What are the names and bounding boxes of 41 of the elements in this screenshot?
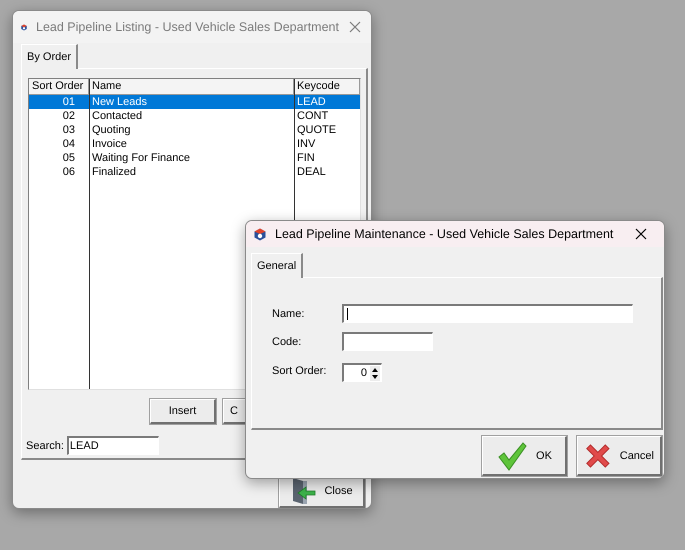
table-cell[interactable]: Finalized xyxy=(89,165,294,179)
app-icon xyxy=(254,228,266,240)
cancel-button[interactable]: Cancel xyxy=(577,436,662,476)
table-cell[interactable]: Invoice xyxy=(89,137,294,151)
field-label: Code: xyxy=(272,336,302,348)
search-field[interactable]: LEAD xyxy=(66,436,159,455)
table-cell[interactable]: INV xyxy=(294,137,360,151)
spin-arrows-icon[interactable] xyxy=(370,366,380,380)
table-cell[interactable]: 05 xyxy=(29,151,89,165)
table-cell[interactable]: Contacted xyxy=(89,109,294,123)
table-cell[interactable]: 03 xyxy=(29,123,89,137)
door-exit-icon xyxy=(290,477,316,505)
tab[interactable]: General xyxy=(251,253,304,278)
column-header[interactable]: Sort Order xyxy=(29,79,89,95)
input-field[interactable] xyxy=(342,304,633,323)
table-cell[interactable]: DEAL xyxy=(294,165,360,179)
insert-button[interactable]: Insert xyxy=(150,399,216,424)
table-cell[interactable]: LEAD xyxy=(294,95,360,109)
check-icon xyxy=(496,440,528,472)
column-header[interactable]: Keycode xyxy=(294,79,360,95)
ok-button[interactable]: OK xyxy=(482,436,567,476)
window-title: Lead Pipeline Maintenance - Used Vehicle Sales Department xyxy=(275,227,614,241)
table-cell[interactable]: Waiting For Finance xyxy=(89,151,294,165)
search-label: Search: xyxy=(26,440,64,452)
spin-box[interactable]: 0 xyxy=(342,363,382,382)
window-title: Lead Pipeline Listing - Used Vehicle Sales Department xyxy=(36,20,339,34)
field-label: Name: xyxy=(272,308,306,320)
table-cell[interactable]: Quoting xyxy=(89,123,294,137)
table-cell[interactable]: 06 xyxy=(29,165,89,179)
table-cell[interactable]: 01 xyxy=(29,95,89,109)
button[interactable]: C xyxy=(223,399,247,424)
column-header[interactable]: Name xyxy=(89,79,294,95)
table-cell[interactable]: FIN xyxy=(294,151,360,165)
field-label: Sort Order: xyxy=(272,365,328,377)
input-field[interactable] xyxy=(342,332,433,351)
tab[interactable]: By Order xyxy=(21,44,78,69)
table-cell[interactable]: QUOTE xyxy=(294,123,360,137)
table-cell[interactable]: 02 xyxy=(29,109,89,123)
table-cell[interactable]: 04 xyxy=(29,137,89,151)
table-cell[interactable]: CONT xyxy=(294,109,360,123)
table-cell[interactable]: New Leads xyxy=(89,95,294,109)
